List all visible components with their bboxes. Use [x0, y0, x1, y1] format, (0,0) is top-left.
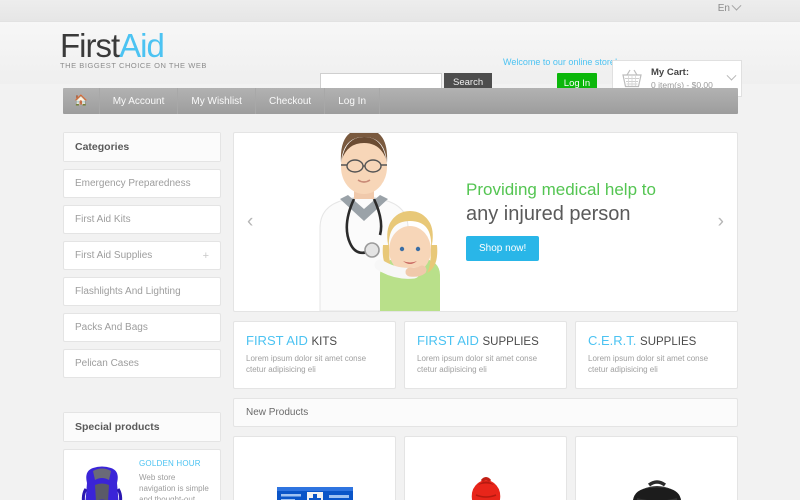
- shop-now-button[interactable]: Shop now!: [466, 236, 540, 261]
- promo-box-first-aid-supplies[interactable]: FIRST AID SUPPLIES Lorem ipsum dolor sit…: [404, 321, 567, 389]
- special-product-description: Web store navigation is simple and thoug…: [139, 473, 209, 500]
- nav-item-my-account[interactable]: My Account: [100, 88, 179, 114]
- sidebar-item-emergency-preparedness[interactable]: Emergency Preparedness: [63, 169, 221, 198]
- top-bar: En: [0, 0, 800, 22]
- language-selector[interactable]: En: [717, 0, 742, 14]
- cart-title: My Cart:: [651, 66, 690, 78]
- product-card[interactable]: [404, 436, 567, 500]
- categories-panel: Categories: [63, 132, 221, 162]
- page-root: En FirstAid THE BIGGEST CHOICE ON THE WE…: [0, 0, 800, 500]
- hero-carousel: Providing medical help to any injured pe…: [233, 132, 738, 312]
- product-card[interactable]: [575, 436, 738, 500]
- promo-title-rest: KITS: [311, 336, 338, 348]
- special-product-image[interactable]: [73, 459, 131, 500]
- logo-wordmark: FirstAid: [60, 28, 209, 64]
- hero-line-2: any injured person: [466, 203, 631, 225]
- new-products-grid: [233, 436, 738, 500]
- chevron-down-icon[interactable]: [726, 70, 737, 81]
- category-label: First Aid Supplies: [75, 250, 153, 261]
- nav-item-my-wishlist[interactable]: My Wishlist: [178, 88, 256, 114]
- special-products-heading: Special products: [64, 413, 220, 441]
- category-label: Flashlights And Lighting: [75, 286, 181, 297]
- promo-title: C.E.R.T. SUPPLIES: [588, 333, 725, 348]
- promo-title-highlight: FIRST AID: [417, 333, 479, 348]
- nav-item-log-in[interactable]: Log In: [325, 88, 381, 114]
- promo-boxes: FIRST AID KITS Lorem ipsum dolor sit ame…: [233, 321, 738, 389]
- chevron-left-icon[interactable]: ‹: [247, 211, 253, 233]
- doctor-and-child-photo: [262, 133, 467, 311]
- promo-description: Lorem ipsum dolor sit amet conse ctetur …: [246, 354, 367, 374]
- blue-first-aid-box-image: [267, 451, 363, 500]
- sidebar: Categories Emergency Preparedness First …: [63, 132, 221, 500]
- category-label: Pelican Cases: [75, 358, 139, 369]
- shopping-basket-icon: [619, 68, 645, 90]
- special-product-name[interactable]: GOLDEN HOUR: [139, 459, 211, 468]
- promo-description: Lorem ipsum dolor sit amet conse ctetur …: [417, 354, 538, 374]
- language-label: En: [717, 3, 730, 14]
- cart-text: My Cart: 0 item(s) - $0.00: [651, 67, 728, 91]
- sidebar-item-packs-and-bags[interactable]: Packs And Bags: [63, 313, 221, 342]
- category-label: First Aid Kits: [75, 214, 131, 225]
- new-products-heading: New Products: [233, 398, 738, 427]
- categories-heading: Categories: [64, 133, 220, 161]
- category-label: Packs And Bags: [75, 322, 148, 333]
- promo-title-rest: SUPPLIES: [640, 336, 697, 348]
- black-bag-image: [609, 451, 705, 500]
- main-content: Providing medical help to any injured pe…: [233, 132, 738, 500]
- promo-description: Lorem ipsum dolor sit amet conse ctetur …: [588, 354, 709, 374]
- special-products-panel: Special products: [63, 412, 221, 442]
- sidebar-item-first-aid-supplies[interactable]: First Aid Supplies +: [63, 241, 221, 270]
- logo-first-word: First: [60, 27, 120, 64]
- promo-title-highlight: FIRST AID: [246, 333, 308, 348]
- hero-line-1: Providing medical help to: [466, 180, 656, 199]
- site-logo[interactable]: FirstAid THE BIGGEST CHOICE ON THE WEB: [60, 28, 209, 71]
- nav-item-checkout[interactable]: Checkout: [256, 88, 326, 114]
- chevron-right-icon[interactable]: ›: [718, 211, 724, 233]
- promo-title-rest: SUPPLIES: [482, 336, 539, 348]
- sidebar-item-first-aid-kits[interactable]: First Aid Kits: [63, 205, 221, 234]
- sidebar-item-flashlights-and-lighting[interactable]: Flashlights And Lighting: [63, 277, 221, 306]
- promo-box-first-aid-kits[interactable]: FIRST AID KITS Lorem ipsum dolor sit ame…: [233, 321, 396, 389]
- promo-title-highlight: C.E.R.T.: [588, 333, 637, 348]
- promo-box-cert-supplies[interactable]: C.E.R.T. SUPPLIES Lorem ipsum dolor sit …: [575, 321, 738, 389]
- site-header: FirstAid THE BIGGEST CHOICE ON THE WEB S…: [0, 22, 800, 97]
- promo-title: FIRST AID KITS: [246, 333, 383, 348]
- red-bag-image: [438, 451, 534, 500]
- logo-second-word: Aid: [119, 27, 165, 64]
- logo-tagline: THE BIGGEST CHOICE ON THE WEB: [60, 61, 207, 70]
- home-icon: 🏠: [74, 94, 88, 107]
- chevron-down-icon: [731, 0, 742, 11]
- product-card[interactable]: [233, 436, 396, 500]
- promo-title: FIRST AID SUPPLIES: [417, 333, 554, 348]
- sidebar-item-pelican-cases[interactable]: Pelican Cases: [63, 349, 221, 378]
- special-product-card[interactable]: GOLDEN HOUR Web store navigation is simp…: [63, 449, 221, 500]
- main-navigation: 🏠 My Account My Wishlist Checkout Log In: [63, 88, 738, 114]
- nav-item-home[interactable]: 🏠: [63, 88, 100, 114]
- plus-icon[interactable]: +: [203, 250, 209, 261]
- category-label: Emergency Preparedness: [75, 178, 191, 189]
- hero-copy: Providing medical help to any injured pe…: [466, 178, 706, 261]
- welcome-message: Welcome to our online store!: [503, 57, 618, 67]
